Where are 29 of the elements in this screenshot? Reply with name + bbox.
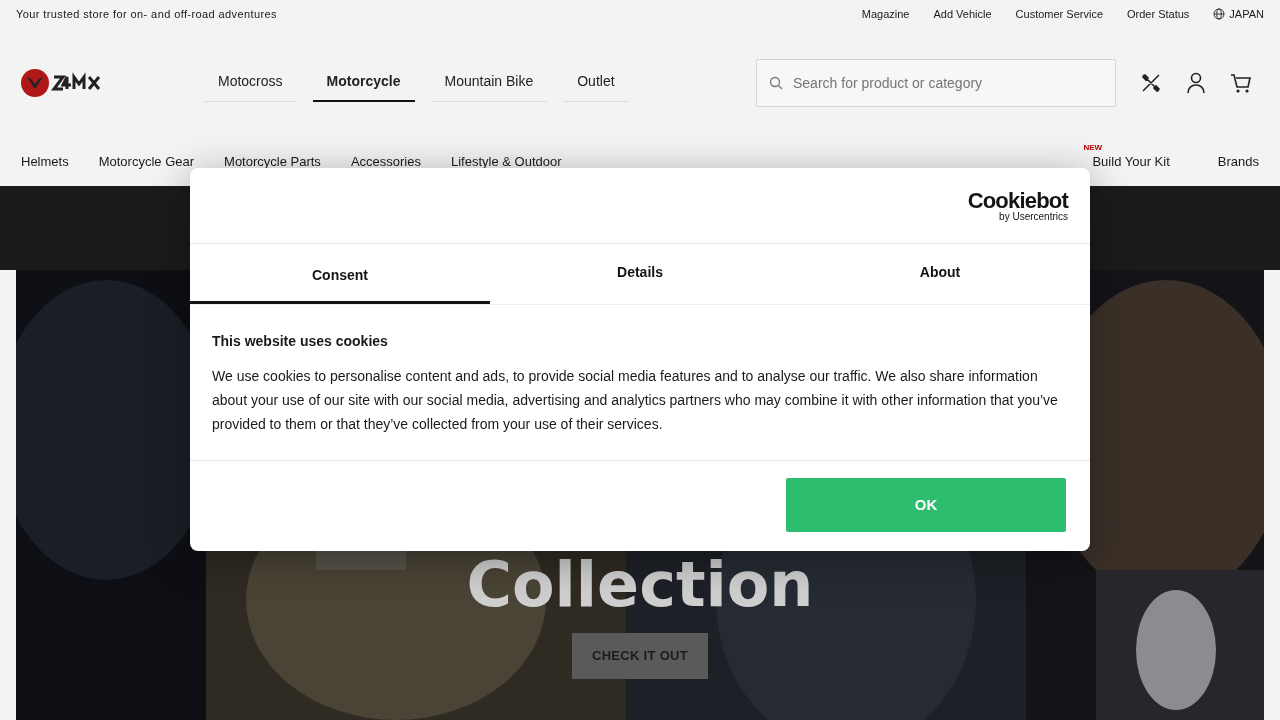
top-link[interactable]: Magazine bbox=[861, 5, 910, 23]
globe-icon[interactable] bbox=[1213, 8, 1226, 20]
category-link[interactable]: Motorcycle Gear bbox=[98, 152, 195, 172]
dialog-text: We use cookies to personalise content and ads, to provide social media features and to analyse our traffic. We also share information about your use of our site with our social media, advertising and analytics partners who may combine it with other information that you’ve provided to them or that they’ve collected from your use of their services. bbox=[212, 367, 1059, 434]
user-icon[interactable] bbox=[1186, 72, 1206, 94]
dialog-heading: This website uses cookies bbox=[212, 332, 389, 351]
new-label: NEW bbox=[1083, 142, 1103, 155]
top-link[interactable]: Customer Service bbox=[1015, 5, 1103, 23]
category-link[interactable]: Helmets bbox=[21, 152, 69, 172]
cart-icon[interactable] bbox=[1230, 72, 1252, 94]
top-link[interactable]: Order Status bbox=[1127, 5, 1190, 23]
section-tab[interactable]: Mountain Bike bbox=[430, 64, 548, 102]
hero-title: Collection bbox=[465, 554, 815, 616]
section-tab[interactable]: Outlet bbox=[563, 64, 629, 102]
tagline-text: Your trusted store for on- and off-road adventures bbox=[16, 6, 277, 22]
tools-icon[interactable] bbox=[1140, 72, 1162, 94]
brand-logo: Cookiebot bbox=[967, 189, 1068, 212]
category-link[interactable]: Lifestyle & Outdoor bbox=[450, 152, 562, 172]
region-link[interactable]: JAPAN bbox=[1229, 5, 1264, 23]
dialog-tab[interactable]: Consent bbox=[190, 244, 490, 304]
top-link[interactable]: Add Vehicle bbox=[933, 5, 992, 23]
section-tab[interactable]: Motorcycle bbox=[312, 64, 415, 102]
category-link[interactable]: Brands bbox=[1217, 154, 1259, 170]
category-link[interactable]: Build Your Kit bbox=[1092, 154, 1170, 170]
section-tab[interactable]: Motocross bbox=[204, 64, 297, 102]
category-link[interactable]: Motorcycle Parts bbox=[224, 152, 321, 172]
search-field[interactable]: Search for product or category bbox=[756, 59, 1116, 107]
brand-subtitle: by Usercentrics bbox=[999, 211, 1068, 222]
category-link[interactable]: Accessories bbox=[350, 152, 421, 172]
